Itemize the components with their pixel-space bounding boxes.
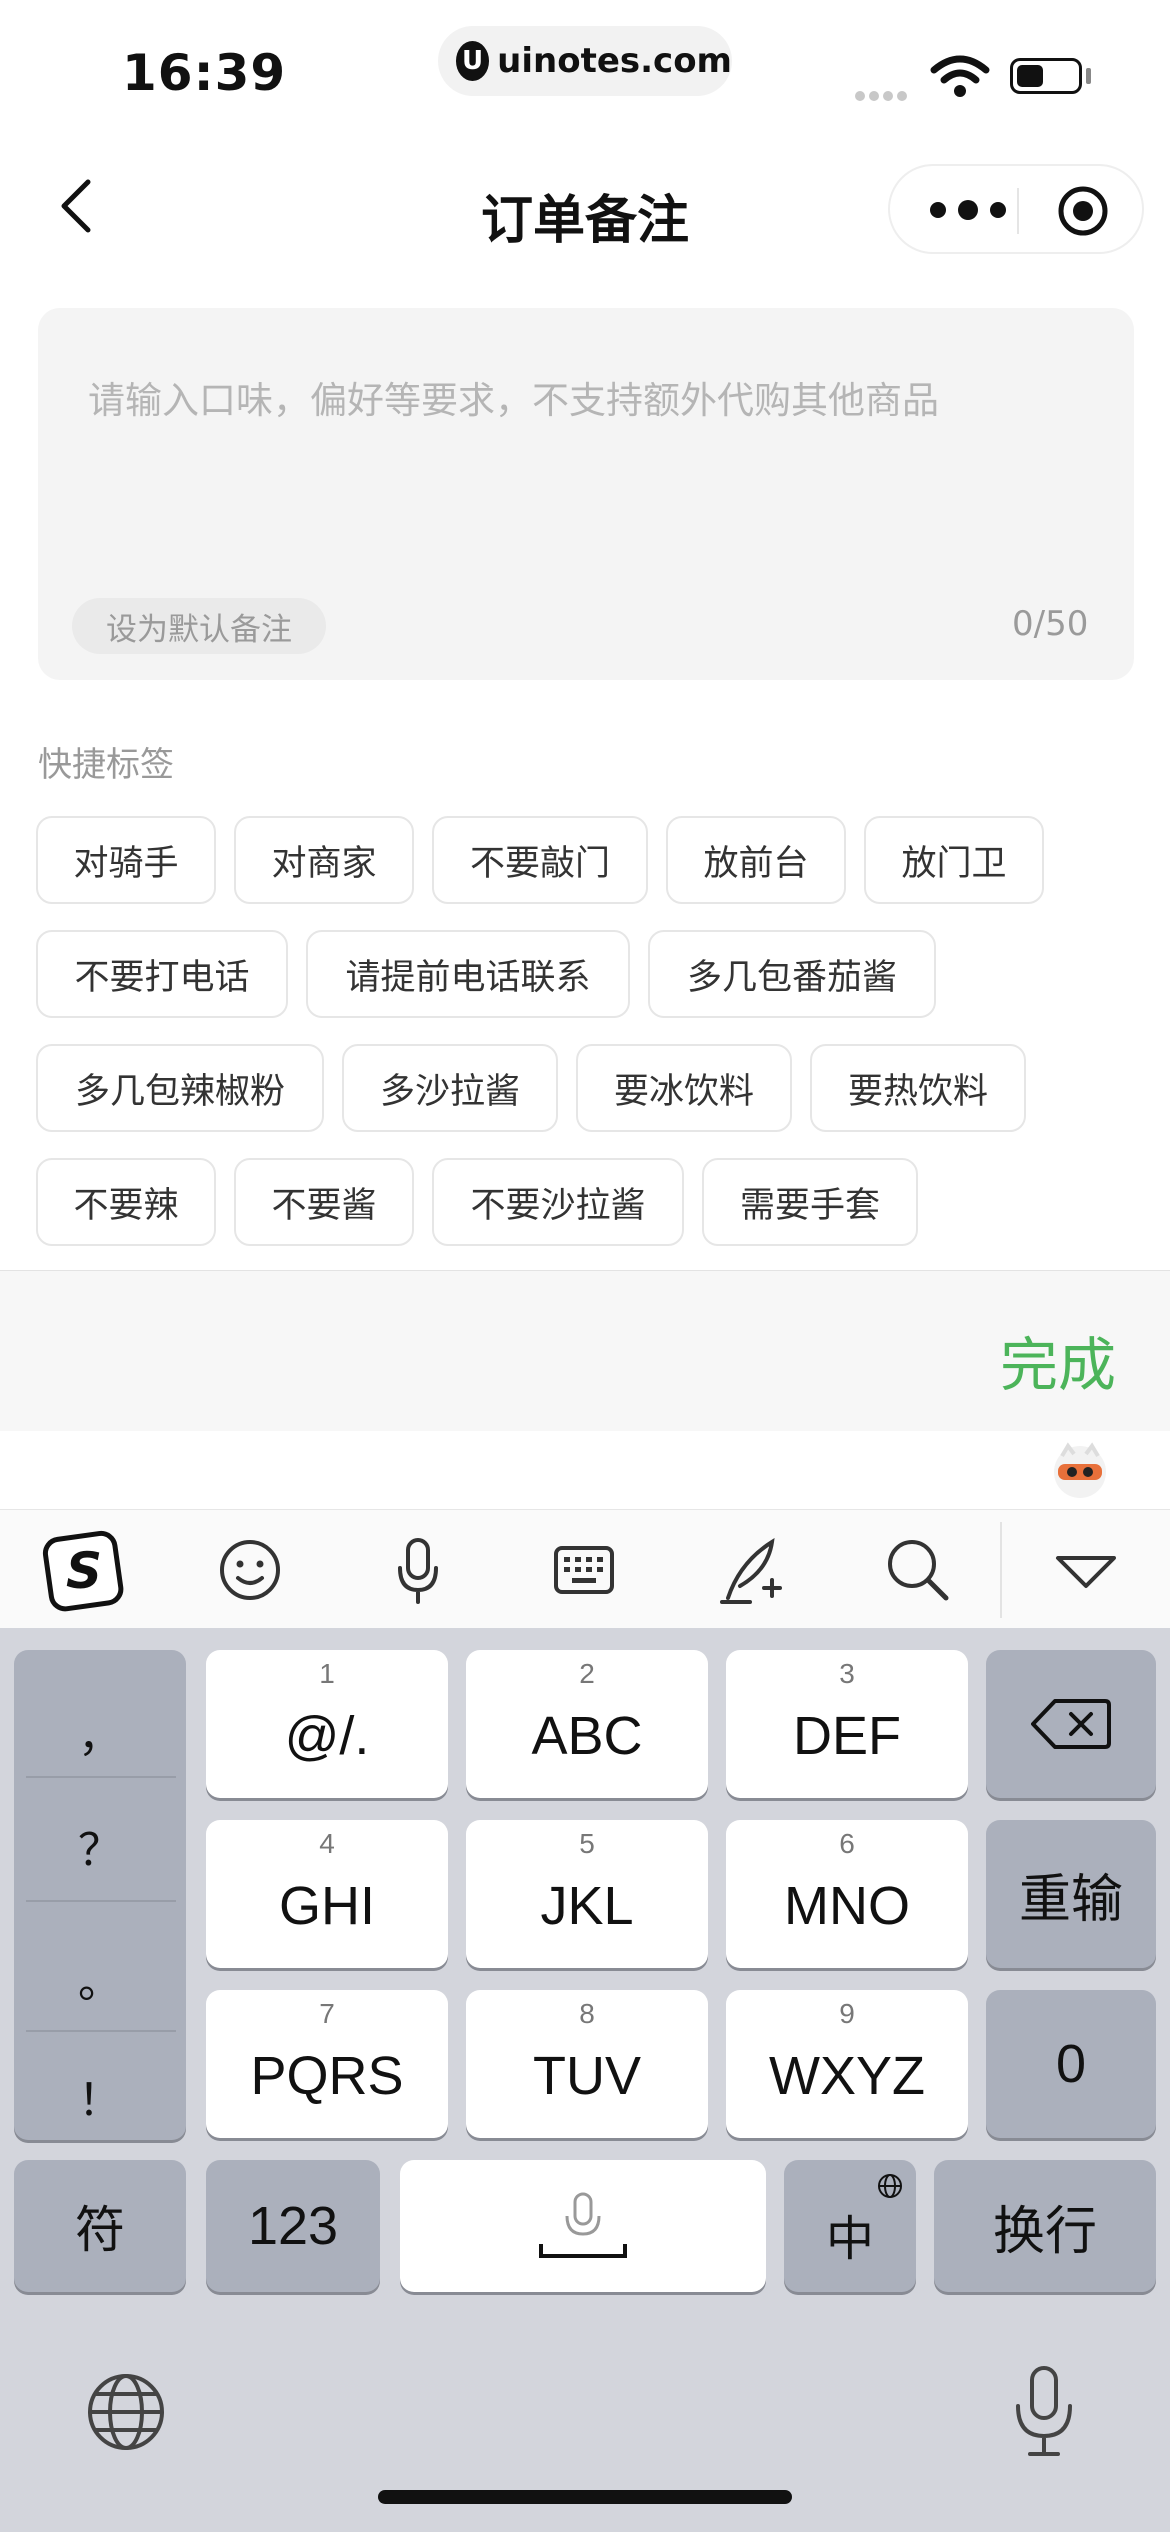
quick-tag[interactable]: 放前台 [666,816,846,904]
char-count: 0/50 [1012,604,1089,644]
toolbar-divider [1000,1522,1002,1618]
punctuation-key[interactable]: ！ [14,2064,186,2128]
sogou-logo-icon[interactable]: S [42,1528,126,1612]
svg-text:S: S [66,1542,102,1600]
key-number: 1 [319,1658,335,1689]
t9-key-2[interactable]: 2 ABC [466,1650,708,1798]
mini-program-capsule [888,164,1144,254]
key-number: 5 [579,1828,595,1859]
quick-tags-label: 快捷标签 [38,745,174,785]
more-dots-icon[interactable] [928,196,1008,224]
delete-key[interactable] [986,1650,1156,1798]
space-key[interactable] [400,2160,766,2292]
quick-tag[interactable]: 放门卫 [864,816,1044,904]
t9-key-7[interactable]: 7 PQRS [206,1990,448,2138]
reenter-key[interactable]: 重输 [986,1820,1156,1968]
zero-key[interactable]: 0 [986,1990,1156,2138]
key-number: 9 [839,1998,855,2029]
backspace-icon [1031,1699,1111,1749]
done-button[interactable]: 完成 [1000,1318,1116,1402]
key-number: 6 [839,1828,855,1859]
microphone-icon[interactable] [376,1528,460,1612]
capsule-divider [1017,188,1019,234]
quick-tag[interactable]: 要热饮料 [810,1044,1026,1132]
keyboard-icon[interactable] [542,1528,626,1612]
punctuation-divider [26,1900,176,1902]
handwriting-icon[interactable] [710,1528,794,1612]
quick-tag[interactable]: 要冰饮料 [576,1044,792,1132]
home-indicator[interactable] [378,2490,792,2504]
quick-tag[interactable]: 不要辣 [36,1158,216,1246]
t9-key-6[interactable]: 6 MNO [726,1820,968,1968]
mascot-icon[interactable] [1050,1440,1110,1500]
cellular-signal-icon [855,86,911,105]
quick-tag[interactable]: 不要敲门 [432,816,648,904]
globe-small-icon [878,2174,902,2198]
keyboard-accessory-bar [0,1270,1170,1432]
key-label: MNO [784,1876,910,1936]
chinese-mode-key[interactable]: 中 [784,2160,916,2292]
space-mic-icon [539,2192,627,2258]
key-label: TUV [533,2046,641,2106]
key-number: 2 [579,1658,595,1689]
key-label: 0 [1055,2034,1087,2094]
key-number: 4 [319,1828,335,1859]
key-label: PQRS [250,2046,404,2106]
quick-tag[interactable]: 对商家 [234,816,414,904]
punctuation-key[interactable]: ， [14,1700,186,1764]
ime-candidate-strip [0,1431,1170,1510]
t9-key-5[interactable]: 5 JKL [466,1820,708,1968]
globe-icon[interactable] [84,2370,168,2454]
punctuation-key[interactable]: 。 [14,1946,186,2010]
key-label: 123 [247,2196,339,2256]
key-label: 重输 [1018,1870,1123,1929]
punctuation-key[interactable]: ？ [14,1814,186,1878]
quick-tag[interactable]: 不要沙拉酱 [432,1158,684,1246]
numeric-key[interactable]: 123 [206,2160,380,2292]
t9-key-9[interactable]: 9 WXYZ [726,1990,968,2138]
quick-tag[interactable]: 不要打电话 [36,930,288,1018]
dictation-mic-icon[interactable] [1008,2364,1080,2460]
t9-key-8[interactable]: 8 TUV [466,1990,708,2138]
key-label: DEF [793,1706,901,1766]
quick-tag[interactable]: 多几包番茄酱 [648,930,936,1018]
key-number: 3 [839,1658,855,1689]
key-label: 符 [75,2202,125,2258]
battery-icon [1010,58,1082,94]
key-label: ABC [531,1706,643,1766]
punctuation-divider [26,2030,176,2032]
key-label: WXYZ [769,2046,925,2106]
collapse-keyboard-icon[interactable] [1044,1528,1128,1612]
key-label: @/. [284,1706,370,1766]
set-default-note-button[interactable]: 设为默认备注 [72,598,326,654]
wifi-icon [930,55,990,97]
quick-tag[interactable]: 对骑手 [36,816,216,904]
newline-key[interactable]: 换行 [934,2160,1156,2292]
battery-cap [1086,68,1091,84]
t9-key-1[interactable]: 1 @/. [206,1650,448,1798]
quick-tag[interactable]: 请提前电话联系 [306,930,630,1018]
symbol-key[interactable]: 符 [14,2160,186,2292]
key-label: GHI [278,1876,375,1936]
emoji-icon[interactable] [208,1528,292,1612]
key-label: 换行 [992,2202,1097,2261]
status-time: 16:39 [122,44,287,102]
url-text: uinotes.com [497,41,732,81]
key-label: 中 [825,2213,874,2266]
quick-tag[interactable]: 需要手套 [702,1158,918,1246]
key-number: 8 [579,1998,595,2029]
site-logo-icon: U [456,41,490,81]
url-badge: U uinotes.com [438,26,732,96]
t9-key-4[interactable]: 4 GHI [206,1820,448,1968]
target-icon[interactable] [1056,184,1110,238]
quick-tag[interactable]: 不要酱 [234,1158,414,1246]
key-label: JKL [540,1876,634,1936]
punctuation-divider [26,1776,176,1778]
quick-tag[interactable]: 多几包辣椒粉 [36,1044,324,1132]
note-placeholder: 请输入口味，偏好等要求，不支持额外代购其他商品 [88,379,939,422]
key-number: 7 [319,1998,335,2029]
search-icon[interactable] [876,1528,960,1612]
t9-key-3[interactable]: 3 DEF [726,1650,968,1798]
quick-tag[interactable]: 多沙拉酱 [342,1044,558,1132]
